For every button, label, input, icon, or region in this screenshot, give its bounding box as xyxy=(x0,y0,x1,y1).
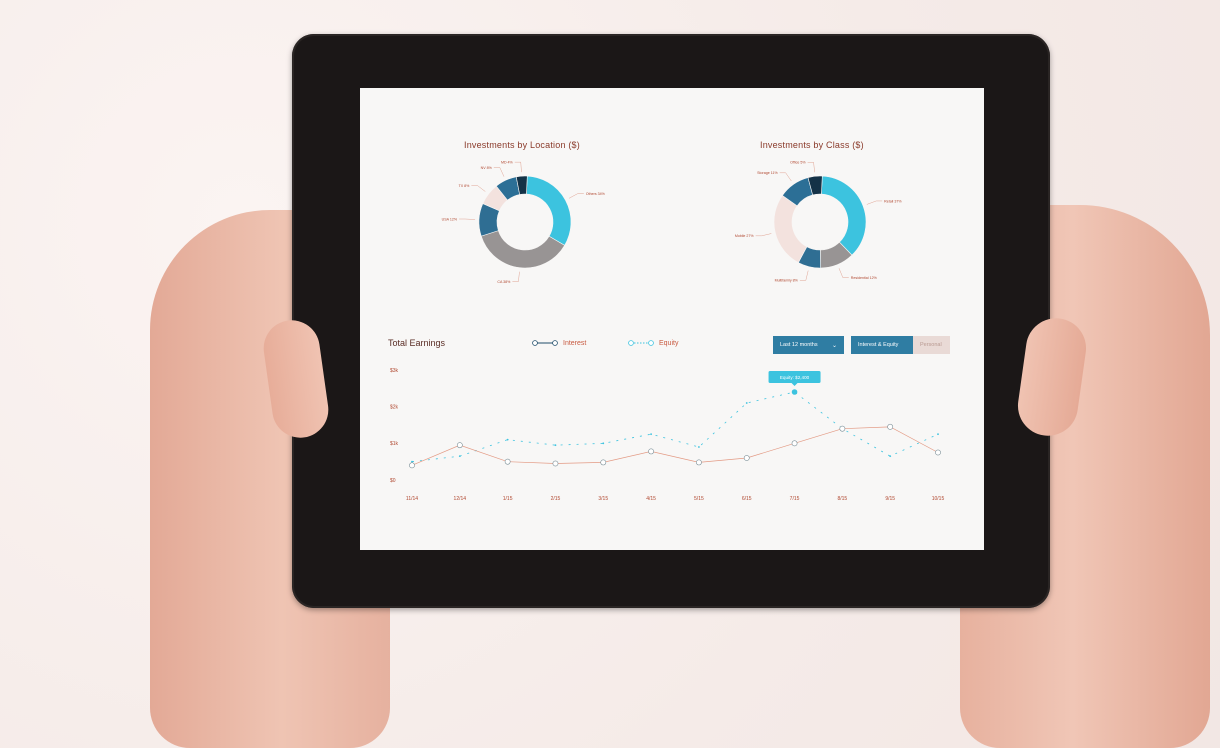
interest-point[interactable] xyxy=(839,425,846,432)
tooltip-pointer xyxy=(791,383,798,386)
personal-toggle[interactable]: Personal xyxy=(913,336,950,354)
class-slice-label-2: Multifamily 8% xyxy=(775,279,799,283)
interest-point[interactable] xyxy=(696,459,702,466)
location-leader-line-4 xyxy=(493,167,505,177)
class-slice-label-3: Mobile 27% xyxy=(735,234,755,238)
location-leader-line-3 xyxy=(471,185,486,192)
class-slice-3[interactable] xyxy=(773,195,808,263)
equity-point[interactable] xyxy=(602,442,605,445)
location-slice-label-1: CA 38% xyxy=(497,280,511,284)
interest-point[interactable] xyxy=(791,440,798,447)
equity-legend-icon xyxy=(628,340,654,346)
x-tick-label: 11/14 xyxy=(406,496,418,502)
dashboard-screen: Investments by Location ($) Others 34% CA… xyxy=(360,88,984,550)
x-tick-label: 12/14 xyxy=(454,496,467,502)
location-slice-label-3: TX 8% xyxy=(459,184,471,188)
equity-series-line xyxy=(411,391,939,463)
equity-point[interactable] xyxy=(698,446,700,448)
interest-point[interactable] xyxy=(935,449,941,456)
x-tick-label: 3/15 xyxy=(598,496,608,502)
location-leader-line-1 xyxy=(512,271,520,282)
legend-equity[interactable]: Equity xyxy=(628,339,678,347)
y-tick-label: $1k xyxy=(390,441,399,447)
equity-point[interactable] xyxy=(937,433,939,436)
equity-point[interactable] xyxy=(458,455,461,458)
class-leader-line-1 xyxy=(838,268,849,278)
interest-point[interactable] xyxy=(456,442,463,449)
interest-point[interactable] xyxy=(552,460,559,467)
interest-series-line xyxy=(411,426,939,466)
equity-point[interactable] xyxy=(411,460,413,463)
location-slice-label-5: MD 4% xyxy=(501,160,514,164)
class-leader-line-5 xyxy=(807,162,815,173)
location-leader-line-0 xyxy=(568,193,584,199)
location-chart-title: Investments by Location ($) xyxy=(464,140,580,150)
interest-point[interactable] xyxy=(648,448,654,455)
total-earnings-line-chart: $3k $2k $1k $0 11/14 12/14 1/15 2/15 3/15 4/15 5/… xyxy=(390,368,945,502)
legend-interest[interactable]: Interest xyxy=(532,339,586,347)
y-tick-label: $0 xyxy=(390,478,396,484)
class-leader-line-4 xyxy=(779,172,792,182)
location-slice-label-4: NV 8% xyxy=(481,166,493,170)
x-tick-label: 6/15 xyxy=(742,496,752,502)
class-leader-line-0 xyxy=(866,200,883,205)
location-slice-label-2: USA 12% xyxy=(442,217,458,221)
location-slice-0[interactable] xyxy=(526,175,572,246)
legend-interest-label: Interest xyxy=(563,339,587,347)
class-slice-label-1: Residential 12% xyxy=(851,276,878,280)
total-earnings-title: Total Earnings xyxy=(388,338,446,348)
class-chart-title: Investments by Class ($) xyxy=(760,140,864,150)
equity-point[interactable] xyxy=(889,455,892,458)
months-dropdown[interactable]: Last 12 months ⌄ xyxy=(773,336,844,354)
location-leader-line-5 xyxy=(514,161,522,173)
interest-point[interactable] xyxy=(887,423,894,430)
class-slice-label-4: Storage 11% xyxy=(757,171,778,175)
x-tick-label: 4/15 xyxy=(646,496,656,502)
equity-point[interactable] xyxy=(554,444,557,447)
x-tick-label: 5/15 xyxy=(694,496,704,502)
class-leader-line-2 xyxy=(799,270,809,281)
class-slice-label-5: Office 5% xyxy=(790,161,806,165)
x-tick-label: 7/15 xyxy=(790,496,800,502)
class-leader-line-3 xyxy=(755,233,772,237)
interest-equity-toggle[interactable]: Interest & Equity xyxy=(851,336,913,354)
legend-equity-label: Equity xyxy=(659,339,679,347)
location-donut-chart: Others 34% CA 38% USA 12% TX 8% NV 8% MD 4% xyxy=(442,160,606,284)
chevron-down-icon: ⌄ xyxy=(831,342,837,349)
equity-point[interactable] xyxy=(650,433,652,436)
class-slice-0[interactable] xyxy=(821,175,867,256)
months-dropdown-label: Last 12 months xyxy=(780,342,818,348)
class-slice-label-0: Retail 37% xyxy=(884,199,902,203)
class-donut-chart: Retail 37% Residential 12% Multifamily 8% M… xyxy=(735,161,903,283)
y-tick-label: $2k xyxy=(390,404,399,410)
x-tick-label: 2/15 xyxy=(551,496,561,502)
interest-point[interactable] xyxy=(504,458,511,465)
x-tick-label: 8/15 xyxy=(837,496,847,502)
interest-legend-icon xyxy=(532,340,558,346)
x-tick-label: 10/15 xyxy=(932,496,945,502)
interest-point[interactable] xyxy=(743,455,750,461)
x-tick-label: 9/15 xyxy=(885,496,895,502)
x-tick-label: 1/15 xyxy=(503,496,513,502)
equity-point[interactable] xyxy=(745,402,748,404)
equity-point[interactable] xyxy=(506,438,509,441)
location-slice-label-0: Others 34% xyxy=(586,192,606,196)
interest-point[interactable] xyxy=(600,459,607,466)
interest-point[interactable] xyxy=(409,462,415,469)
equity-tooltip-text: Equity: $2,400 xyxy=(780,375,810,380)
y-tick-label: $3k xyxy=(390,368,399,374)
equity-highlight-point[interactable] xyxy=(791,389,798,395)
